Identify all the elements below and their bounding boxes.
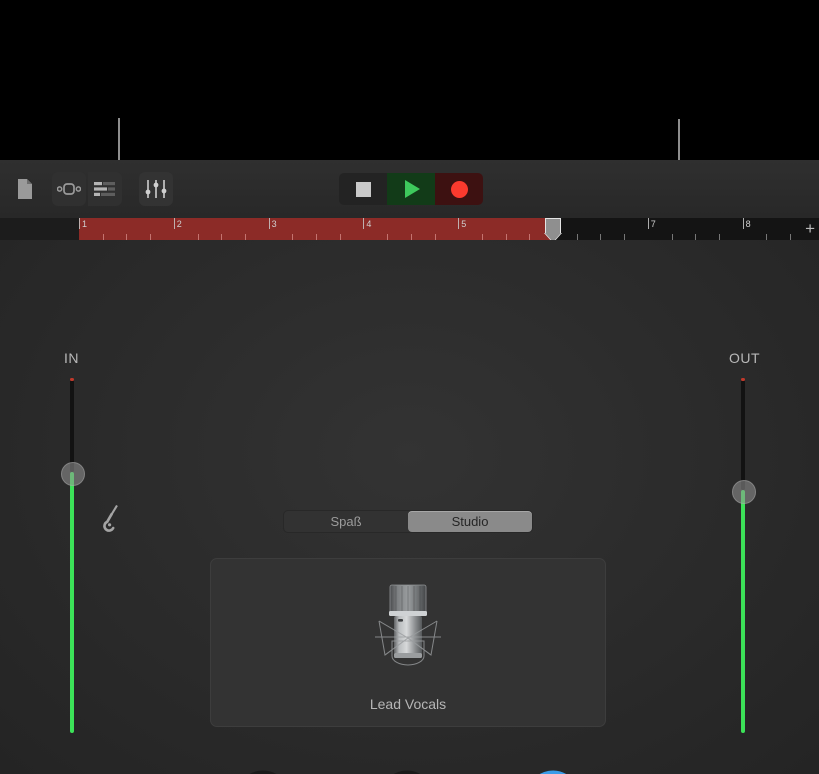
play-icon <box>405 180 420 198</box>
stop-icon <box>356 182 371 197</box>
output-fader-knob[interactable] <box>732 480 756 504</box>
ruler-bar-label: 5 <box>458 219 466 229</box>
input-label: IN <box>64 350 79 366</box>
condenser-microphone-icon <box>349 575 467 698</box>
knob-tone[interactable]: Tone <box>203 765 323 774</box>
add-section-button[interactable]: + <box>805 220 815 237</box>
segmented-control: Spaß Studio <box>283 510 533 533</box>
output-label: OUT <box>729 350 760 366</box>
loop-browser-icon <box>57 182 81 196</box>
mixer-sliders-icon <box>145 179 167 199</box>
ruler-bar-label: 2 <box>174 219 182 229</box>
segmented-control-studio[interactable]: Studio <box>408 511 532 532</box>
knob-compressor[interactable]: Compressor <box>493 765 613 774</box>
document-icon <box>16 178 34 200</box>
input-jack-icon[interactable] <box>99 505 121 540</box>
document-button[interactable] <box>8 172 42 206</box>
stop-button[interactable] <box>339 173 387 205</box>
input-peak-indicator <box>70 378 74 381</box>
instrument-name: Lead Vocals <box>211 696 605 712</box>
ruler-bar-label: 3 <box>269 219 277 229</box>
output-fader-track[interactable] <box>741 380 745 490</box>
instrument-panel[interactable]: Lead Vocals <box>210 558 606 727</box>
record-button[interactable] <box>435 173 483 205</box>
screenshot-root: ? 12345678 + IN <box>0 0 819 774</box>
ruler-bar-label: 1 <box>79 219 87 229</box>
mixer-button[interactable] <box>139 172 173 206</box>
playhead[interactable] <box>545 218 561 240</box>
app-window: ? 12345678 + IN <box>0 160 819 774</box>
knob-compressor-dial[interactable] <box>521 765 585 774</box>
ruler-left-pad <box>0 218 79 240</box>
knob-tone-dial[interactable] <box>231 765 295 774</box>
input-level-meter <box>70 472 74 733</box>
output-peak-indicator <box>741 378 745 381</box>
timeline-ruler[interactable]: 12345678 + <box>0 218 819 241</box>
media-browser-button[interactable] <box>88 172 122 206</box>
input-fader-track[interactable] <box>70 380 74 472</box>
transport-controls <box>339 173 483 205</box>
knob-pitch-control-dial[interactable] <box>375 765 439 774</box>
list-browser-icon <box>94 181 116 197</box>
segmented-control-spass[interactable]: Spaß <box>284 511 408 532</box>
playhead-flag <box>545 218 561 234</box>
main-stage: IN OUT Spaß Studio <box>0 240 819 774</box>
ruler-bar-label: 4 <box>363 219 371 229</box>
loop-browser-button[interactable] <box>52 172 86 206</box>
record-icon <box>451 181 468 198</box>
knob-pitch-control[interactable]: Pitch Control <box>347 765 467 774</box>
callout-band <box>0 0 819 160</box>
toolbar <box>0 160 819 219</box>
play-button[interactable] <box>387 173 435 205</box>
output-level-meter <box>741 490 745 733</box>
ruler-bar-label: 8 <box>743 219 751 229</box>
input-fader-knob[interactable] <box>61 462 85 486</box>
ruler-bar-label: 7 <box>648 219 656 229</box>
